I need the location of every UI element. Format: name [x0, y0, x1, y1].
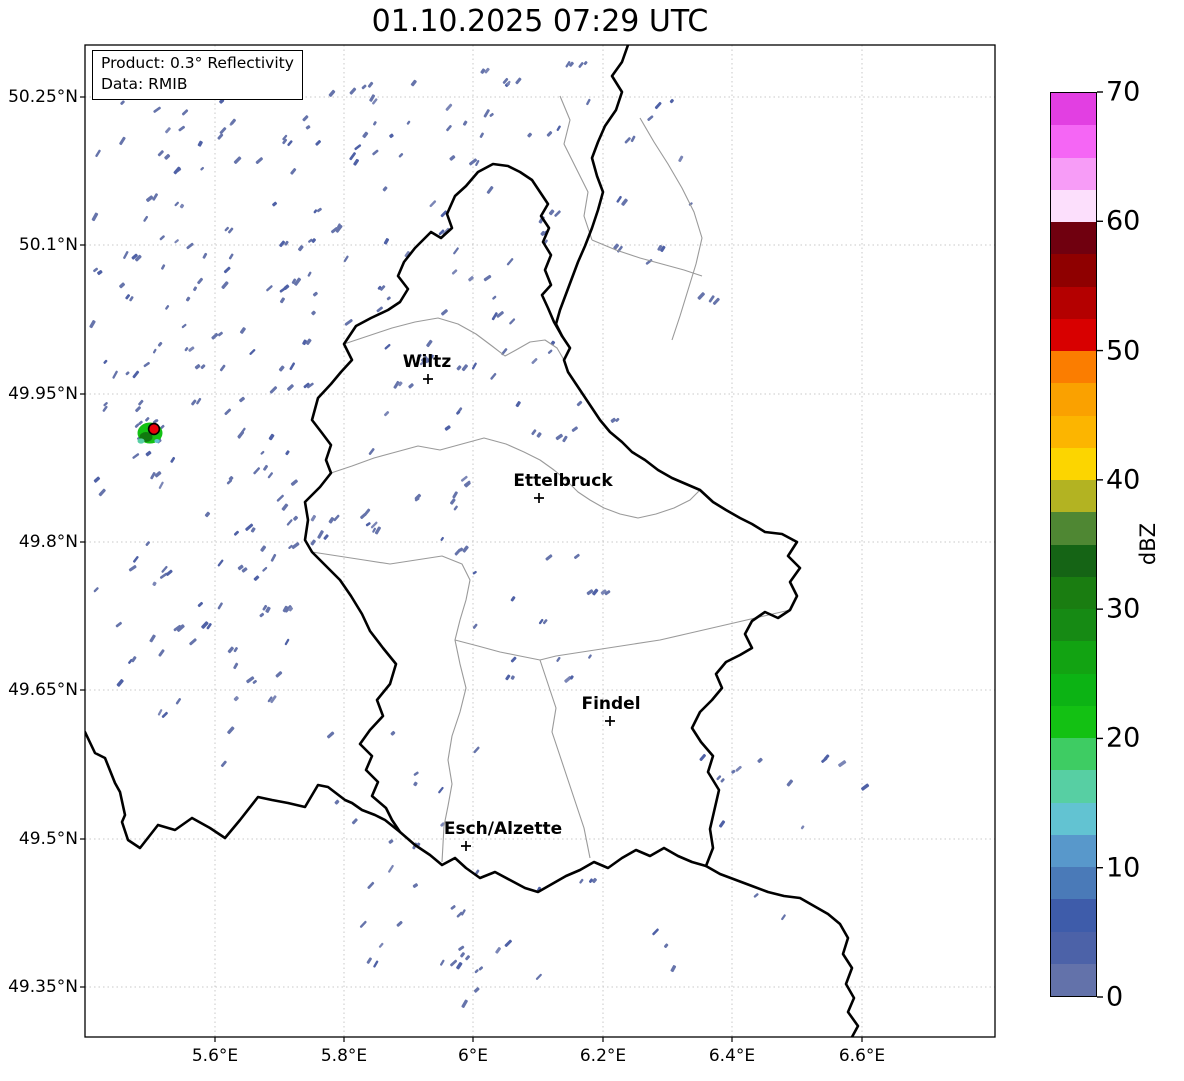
colorbar-segment [1051, 609, 1096, 642]
colorbar-segment [1051, 480, 1096, 513]
city-plus-icon [461, 841, 471, 851]
colorbar-segment [1051, 286, 1096, 319]
city-label-wiltz: Wiltz [402, 352, 452, 372]
colorbar-segment [1051, 834, 1096, 867]
colorbar-segment [1051, 415, 1096, 448]
colorbar-segment [1051, 576, 1096, 609]
colorbar-tick-label: 0 [1106, 981, 1124, 1013]
lat-tick-label: 50.25°N [8, 87, 78, 107]
colorbar-segment [1051, 222, 1096, 255]
colorbar-segment [1051, 770, 1096, 803]
colorbar-segment [1051, 641, 1096, 674]
colorbar-segment [1051, 705, 1096, 738]
product-info-box: Product: 0.3° Reflectivity Data: RMIB [92, 50, 303, 100]
city-label-ettelbruck: Ettelbruck [513, 471, 613, 491]
lat-tick-label: 50.1°N [18, 235, 78, 255]
colorbar-segment [1051, 512, 1096, 545]
colorbar-segment [1051, 673, 1096, 706]
lon-tick-label: 6.4°E [708, 1046, 756, 1066]
colorbar-segment [1051, 318, 1096, 351]
colorbar-segment [1051, 899, 1096, 932]
radar-map [80, 44, 1103, 1042]
dbz-colorbar [1050, 92, 1097, 997]
colorbar-segment [1051, 802, 1096, 835]
city-label-esch-alzette: Esch/Alzette [443, 819, 563, 839]
lon-tick-label: 5.8°E [320, 1046, 368, 1066]
colorbar-segment [1051, 544, 1096, 577]
axis-ticks [80, 96, 863, 1042]
colorbar-tick-label: 20 [1106, 722, 1141, 754]
lat-tick-label: 49.95°N [8, 384, 78, 404]
radar-map-window: 01.10.2025 07:29 UTC Product: 0.3° Refle… [0, 0, 1184, 1081]
city-plus-icon [534, 493, 544, 503]
city-label-findel: Findel [581, 694, 641, 714]
colorbar-segment [1051, 254, 1096, 287]
data-source-line: Data: RMIB [101, 75, 188, 93]
lat-tick-label: 49.65°N [8, 680, 78, 700]
colorbar-tick-label: 30 [1106, 593, 1141, 625]
strong-echo-cell [134, 417, 165, 444]
colorbar-segment [1051, 738, 1096, 771]
colorbar-segment [1051, 189, 1096, 222]
product-line: Product: 0.3° Reflectivity [101, 54, 294, 72]
lon-tick-label: 6°E [457, 1046, 489, 1066]
lat-tick-label: 49.8°N [18, 532, 78, 552]
colorbar-tick-label: 70 [1106, 76, 1141, 108]
lon-tick-label: 6.2°E [579, 1046, 627, 1066]
clutter-echoes [89, 60, 870, 1008]
colorbar-segment [1051, 125, 1096, 158]
city-plus-icon [423, 374, 433, 384]
colorbar-tick-label: 50 [1106, 335, 1141, 367]
colorbar-segment [1051, 383, 1096, 416]
country-borders [85, 45, 860, 1037]
lat-tick-label: 49.5°N [18, 829, 78, 849]
colorbar-segment [1051, 963, 1096, 996]
colorbar-tick-label: 40 [1106, 464, 1141, 496]
colorbar-segment [1051, 447, 1096, 480]
lon-tick-label: 6.6°E [838, 1046, 886, 1066]
city-plus-icon [605, 716, 615, 726]
colorbar-segment [1051, 931, 1096, 964]
colorbar-tick-label: 10 [1106, 852, 1141, 884]
colorbar-segment [1051, 867, 1096, 900]
colorbar-segment [1051, 351, 1096, 384]
lat-tick-label: 49.35°N [8, 977, 78, 997]
colorbar-tick-label: 60 [1106, 205, 1141, 237]
lon-tick-label: 5.6°E [191, 1046, 239, 1066]
colorbar-axis-label: dBZ [1136, 522, 1160, 566]
radar-site-marker [147, 422, 161, 436]
colorbar-segment [1051, 157, 1096, 190]
colorbar-segment [1051, 93, 1096, 126]
city-markers [423, 374, 615, 851]
